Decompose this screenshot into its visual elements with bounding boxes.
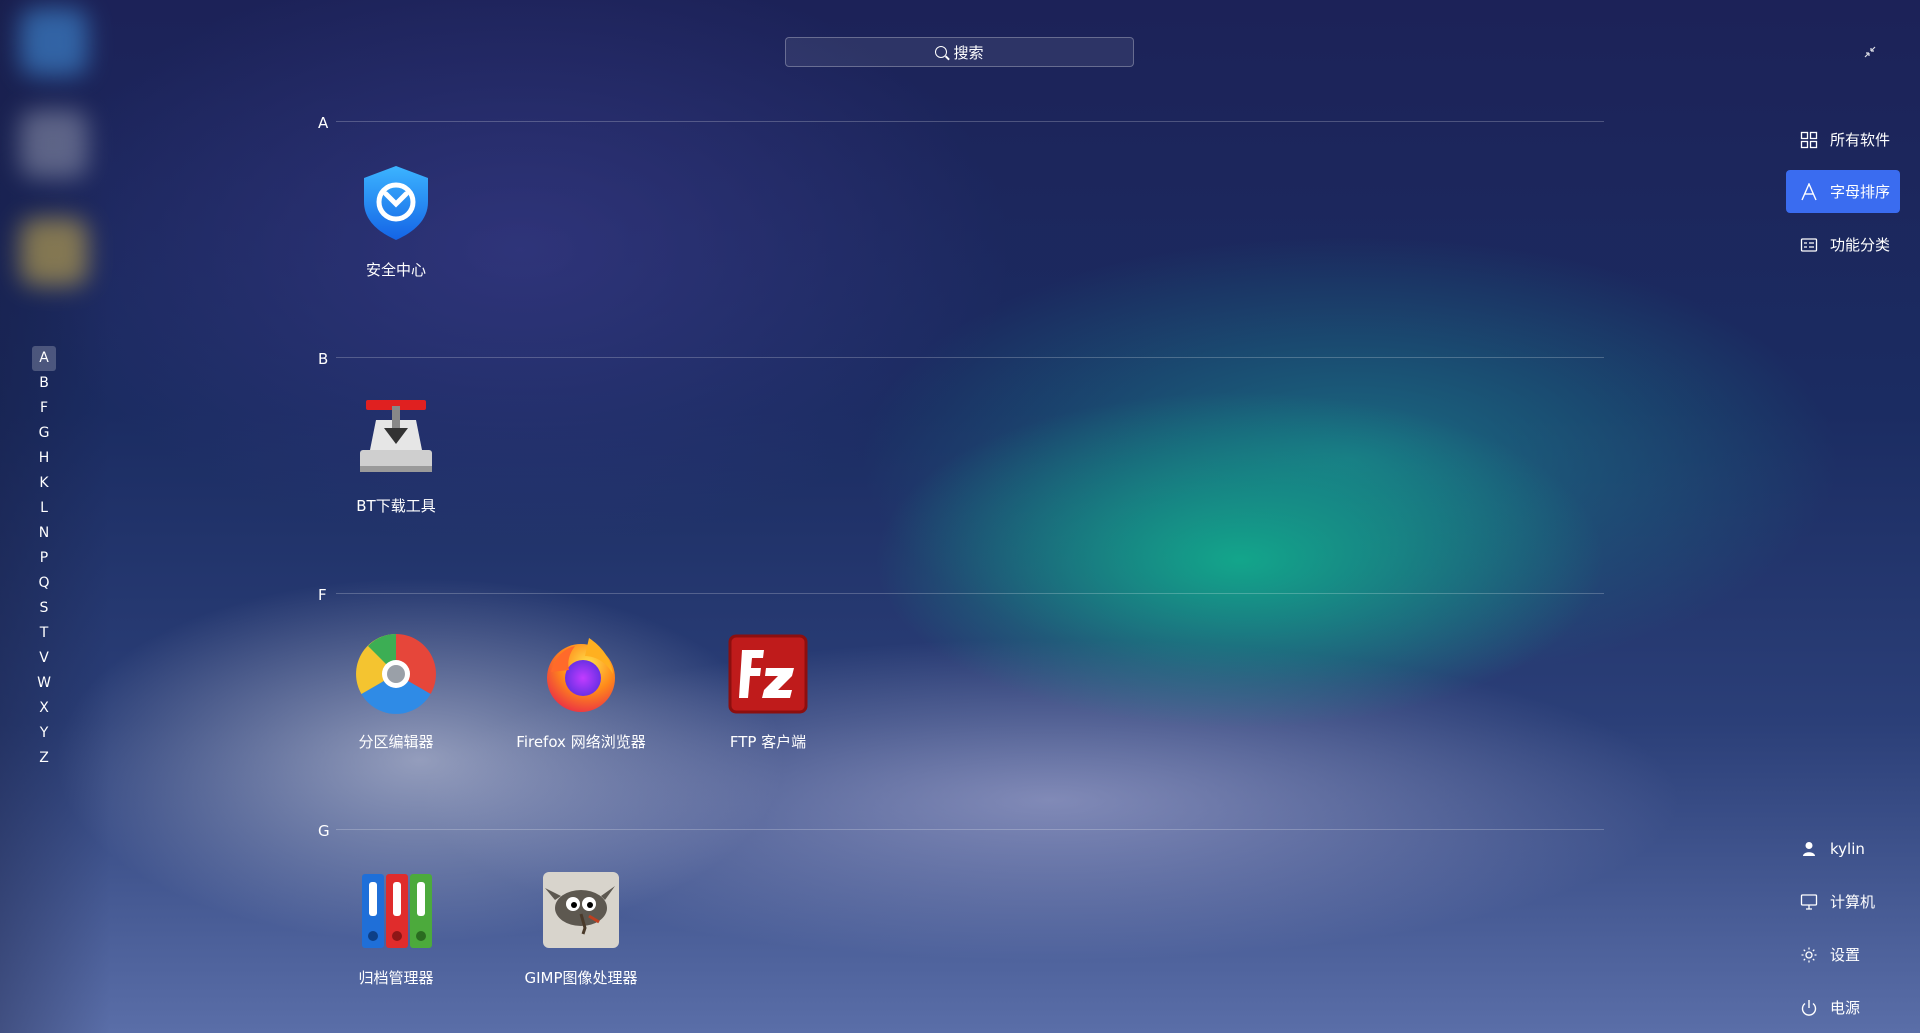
firefox-icon [541,634,621,714]
user-button[interactable]: kylin [1786,827,1900,870]
app-label: 分区编辑器 [358,733,434,751]
shrink-icon[interactable] [1862,44,1878,60]
computer-button[interactable]: 计算机 [1786,880,1900,923]
dock-app-icon [20,110,88,178]
letter-index-item[interactable]: B [32,371,56,396]
section-divider [336,829,1604,830]
view-mode-letter-sort[interactable]: 字母排序 [1786,170,1900,213]
app-bt-download[interactable]: BT下载工具 [306,398,486,516]
letter-index-item[interactable]: T [32,621,56,646]
letter-index-item[interactable]: A [32,346,56,371]
letter-index: A B F G H K L N P Q S T V W X Y Z [32,346,56,771]
letter-index-item[interactable]: G [32,421,56,446]
app-firefox[interactable]: Firefox 网络浏览器 [491,634,671,752]
view-mode-all[interactable]: 所有软件 [1786,118,1900,161]
letter-index-item[interactable]: Z [32,746,56,771]
search-input[interactable]: 搜索 [785,37,1134,67]
app-archive-manager[interactable]: 归档管理器 [306,870,486,988]
archive-manager-icon [356,870,436,950]
letter-sort-icon [1800,181,1818,201]
section-divider [336,593,1604,594]
letter-index-item[interactable]: X [32,696,56,721]
app-gimp[interactable]: GIMP图像处理器 [491,870,671,988]
settings-button[interactable]: 设置 [1786,933,1900,976]
dock-app-icon [20,8,88,76]
app-label: 归档管理器 [358,969,434,987]
letter-index-item[interactable]: V [32,646,56,671]
view-mode-category[interactable]: 功能分类 [1786,223,1900,266]
app-partition-editor[interactable]: 分区编辑器 [306,634,486,752]
section-title-a: A [318,114,329,132]
app-label: FTP 客户端 [729,733,807,751]
letter-index-item[interactable]: N [32,521,56,546]
letter-index-item[interactable]: F [32,396,56,421]
letter-index-item[interactable]: Y [32,721,56,746]
letter-index-item[interactable]: H [32,446,56,471]
computer-icon [1800,893,1818,911]
settings-icon [1800,946,1818,964]
bt-download-icon [356,398,436,478]
category-icon [1800,236,1818,254]
power-button[interactable]: 电源 [1786,986,1900,1029]
letter-index-item[interactable]: L [32,496,56,521]
letter-index-item[interactable]: P [32,546,56,571]
section-title-f: F [318,586,327,604]
letter-index-item[interactable]: K [32,471,56,496]
letter-index-item[interactable]: Q [32,571,56,596]
dock-app-icon [20,218,88,286]
app-label: GIMP图像处理器 [524,969,638,987]
view-mode-label: 所有软件 [1830,131,1891,149]
app-ftp-client[interactable]: FTP 客户端 [678,634,858,752]
app-label: 安全中心 [365,261,426,279]
search-placeholder: 搜索 [953,43,984,62]
section-divider [336,121,1604,122]
app-label: BT下载工具 [356,497,436,515]
view-mode-label: 字母排序 [1830,183,1891,201]
app-label: Firefox 网络浏览器 [516,733,646,751]
section-title-g: G [318,822,330,840]
settings-label: 设置 [1830,946,1861,964]
section-title-b: B [318,350,329,368]
partition-editor-icon [356,634,436,714]
view-mode-label: 功能分类 [1830,236,1891,254]
gimp-icon [541,870,621,950]
computer-label: 计算机 [1830,893,1876,911]
power-icon [1800,999,1818,1017]
search-icon [935,46,948,58]
power-label: 电源 [1830,999,1861,1017]
section-divider [336,357,1604,358]
letter-index-item[interactable]: S [32,596,56,621]
security-center-icon [356,162,436,242]
app-security-center[interactable]: 安全中心 [306,162,486,280]
user-label: kylin [1830,839,1865,858]
grid-icon [1800,131,1818,149]
user-icon [1800,840,1818,858]
letter-index-item[interactable]: W [32,671,56,696]
filezilla-icon [728,634,808,714]
